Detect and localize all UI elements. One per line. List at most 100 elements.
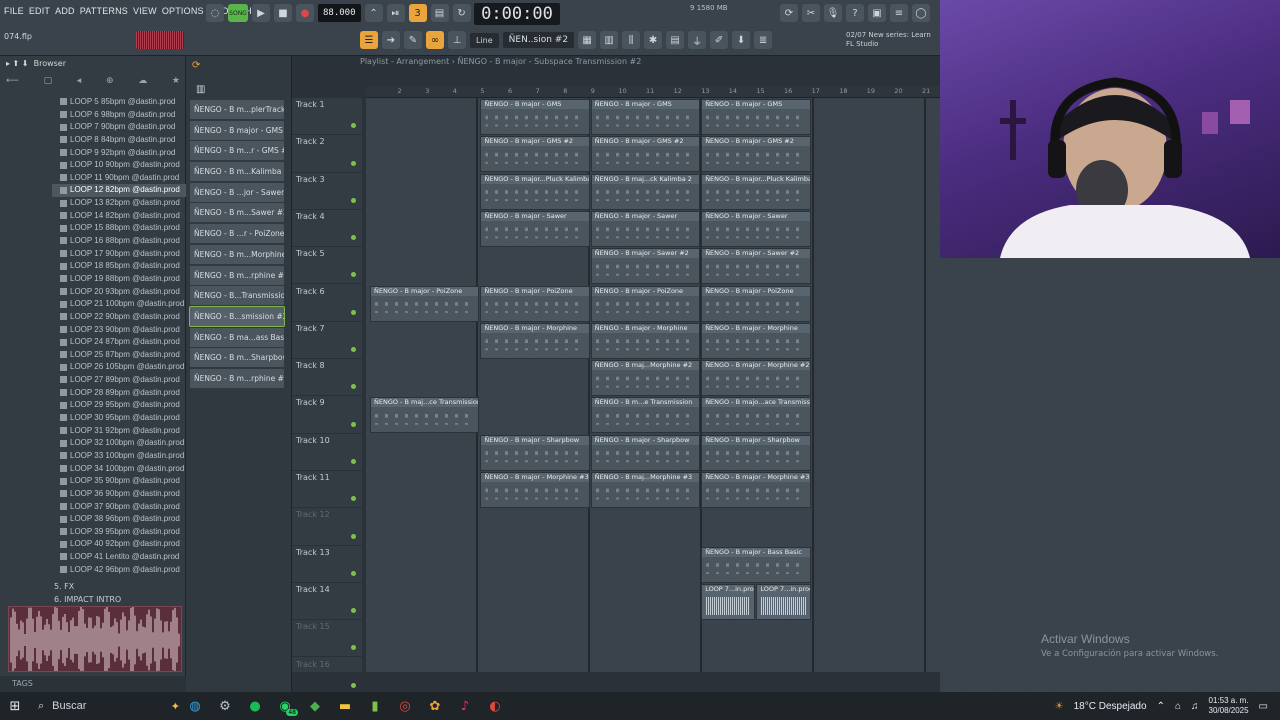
track-mute-led[interactable] (351, 272, 356, 278)
whatsapp-icon[interactable]: ◉ 48 (270, 692, 300, 720)
taskbar-search[interactable]: ⌕ Buscar ✦ (30, 692, 180, 720)
track-header[interactable]: Track 14 (292, 583, 362, 621)
browser-file[interactable]: LOOP 24 87bpm @dastin.prod (60, 336, 186, 349)
tools-icon[interactable]: ✂ (802, 4, 820, 22)
step-edit-icon[interactable]: ▤ (430, 4, 449, 22)
picker-grid-icon[interactable]: ▥ (196, 84, 205, 95)
wait-icon[interactable]: ⏯ (386, 4, 405, 22)
vpn-icon[interactable]: ◆ (300, 692, 330, 720)
pattern-mode-icon[interactable]: ⌃ (364, 4, 383, 22)
record-icon[interactable]: ● (296, 4, 314, 22)
loop-record-icon[interactable]: ↻ (452, 4, 471, 22)
pattern-clip[interactable]: ÑENGO - B major - GMS #2 (701, 136, 811, 173)
pattern-item[interactable]: ÑENGO - B major - GMS (190, 120, 284, 140)
menu-item-file[interactable]: FILE (4, 6, 24, 20)
pattern-clip[interactable]: ÑENGO - B major...Pluck Kalimba 2 (480, 173, 590, 210)
track-mute-led[interactable] (351, 608, 356, 614)
pattern-item[interactable]: ÑENGO - B...smission #2 (189, 305, 285, 327)
browser-file[interactable]: LOOP 28 89bpm @dastin.prod (60, 387, 186, 400)
pattern-item[interactable]: ÑENGO - B m...Sawer #2 (190, 203, 284, 223)
browser-file[interactable]: LOOP 29 95bpm @dastin.prod (60, 399, 186, 412)
spotify-icon[interactable]: ● (240, 692, 270, 720)
track-mute-led[interactable] (351, 160, 356, 166)
track-header[interactable]: Track 7 (292, 322, 362, 360)
channel-rack-icon[interactable]: ▥ (600, 31, 619, 49)
audio-app-icon[interactable]: ▮ (360, 692, 390, 720)
arrow-right-icon[interactable]: ➔ (382, 31, 400, 49)
browser-file[interactable]: LOOP 9 92bpm @dastin.prod (60, 147, 186, 160)
track-mute-led[interactable] (351, 421, 356, 427)
browser-file[interactable]: LOOP 5 85bpm @dastin.prod (60, 96, 186, 109)
menu-item-options[interactable]: OPTIONS (162, 6, 204, 20)
pattern-clip[interactable]: ÑENGO - B major - Sawer #2 (701, 248, 811, 285)
browser-file[interactable]: LOOP 13 82bpm @dastin.prod (60, 197, 186, 210)
browser-file[interactable]: LOOP 39 95bpm @dastin.prod (60, 526, 186, 539)
browser-file[interactable]: LOOP 19 88bpm @dastin.prod (60, 273, 186, 286)
browser-file[interactable]: LOOP 34 100bpm @dastin.prod (60, 463, 186, 476)
pattern-clip[interactable]: ÑENGO - B major - PoiZone (480, 285, 590, 322)
track-header[interactable]: Track 1 (292, 98, 362, 136)
stamp-icon[interactable]: ⊥ (448, 31, 466, 49)
browser-file[interactable]: LOOP 27 89bpm @dastin.prod (60, 374, 186, 387)
menu-item-add[interactable]: ADD (55, 6, 75, 20)
pattern-item[interactable]: ÑENGO - B m...plerTrack (190, 100, 284, 119)
tray-chevron-icon[interactable]: ⌃ (1157, 701, 1165, 712)
file-explorer-icon[interactable]: ▬ (330, 692, 360, 720)
cloud-icon[interactable]: ☁ (138, 76, 147, 88)
pattern-clip[interactable]: ÑENGO - B major...Pluck Kalimba 2 (701, 173, 811, 210)
track-mute-led[interactable] (351, 123, 356, 129)
pattern-item[interactable]: ÑENGO - B...Transmission (190, 286, 284, 306)
pattern-clip[interactable]: ÑENGO - B major - Sawer (701, 210, 811, 247)
microphone-icon[interactable]: 🎙 (824, 4, 842, 22)
tiktok-icon[interactable]: ♪ (450, 692, 480, 720)
chat-icon[interactable]: ◯ (912, 4, 930, 22)
track-mute-led[interactable] (351, 197, 356, 203)
track-mute-led[interactable] (351, 533, 356, 539)
pattern-clip[interactable]: ÑENGO - B major - Morphine (480, 322, 590, 359)
track-header[interactable]: Track 6 (292, 285, 362, 322)
pattern-clip[interactable]: ÑENGO - B major - Morphine (701, 322, 811, 359)
pattern-item[interactable]: ÑENGO - B m...Kalimba 2 (190, 162, 284, 182)
network-icon[interactable]: ⌂ (1175, 701, 1181, 712)
pattern-clip[interactable]: ÑENGO - B major - Morphine #3 (701, 472, 811, 508)
browser-file[interactable]: LOOP 10 90bpm @dastin.prod (60, 159, 186, 172)
pattern-clip[interactable]: ÑENGO - B major - GMS (480, 99, 590, 135)
browser-file[interactable]: LOOP 40 92bpm @dastin.prod (60, 538, 186, 551)
pattern-clip[interactable]: ÑENGO - B major - Sharpbow (480, 434, 590, 471)
playlist-icon[interactable]: ☰ (360, 31, 378, 49)
track-header[interactable]: Track 5 (292, 247, 362, 285)
track-header[interactable]: Track 13 (292, 546, 362, 583)
pattern-clip[interactable]: ÑENGO - B major - GMS (701, 99, 811, 135)
playlist-empty-area[interactable] (940, 258, 1280, 692)
star-icon[interactable]: ★ (172, 76, 180, 88)
track-mute-led[interactable] (351, 496, 356, 502)
playlist-ruler[interactable]: 2 3 4 5 6 7 8 9 10 11 12 13 14 15 16 17 18 19 20 21 (366, 86, 940, 98)
pattern-item[interactable]: ÑENGO - B ma...ass Basic (190, 327, 284, 347)
pattern-item[interactable]: ÑENGO - B m...Sharpbow (190, 348, 284, 368)
pattern-clip[interactable]: ÑENGO - B majo...ace Transmission (701, 397, 811, 434)
tempo-display[interactable]: 88.000 (318, 4, 361, 22)
track-header[interactable]: Track 8 (292, 359, 362, 397)
stop-icon[interactable]: ■ (274, 4, 292, 22)
menu-icon[interactable]: ≣ (754, 31, 773, 49)
track-header[interactable]: Track 3 (292, 173, 362, 210)
pattern-select[interactable]: ÑEN..sion #2 (502, 32, 575, 48)
track-mute-led[interactable] (351, 645, 356, 651)
menu-item-view[interactable]: VIEW (133, 6, 157, 20)
song-position-display[interactable]: 0:00:00 (474, 3, 560, 25)
pattern-item[interactable]: ÑENGO - B m...rphine #2 (190, 265, 284, 285)
pattern-item[interactable]: ÑENGO - B m...rphine #3 (190, 368, 284, 388)
track-header[interactable]: Track 12 (292, 508, 362, 546)
pattern-clip[interactable]: ÑENGO - B maj...ck Kalimba 2 (590, 173, 701, 210)
browser-file[interactable]: LOOP 42 96bpm @dastin.prod (60, 564, 186, 577)
mixer-view-icon[interactable]: ⫼ (622, 31, 641, 49)
browser-file[interactable]: LOOP 7 90bpm @dastin.prod (60, 121, 186, 134)
browser-file[interactable]: LOOP 17 90bpm @dastin.prod (60, 248, 186, 261)
audio-clip[interactable]: LOOP 7...in.prod (701, 583, 756, 620)
fl-studio-icon[interactable]: ✿ (420, 692, 450, 720)
pattern-clip[interactable]: ÑENGO - B major - Sawer (590, 210, 701, 247)
track-header[interactable]: Track 4 (292, 210, 362, 248)
recorder-icon[interactable]: ◐ (480, 692, 510, 720)
refresh-icon[interactable]: ⟳ (780, 4, 798, 22)
browser-file[interactable]: LOOP 12 82bpm @dastin.prod (52, 184, 186, 198)
